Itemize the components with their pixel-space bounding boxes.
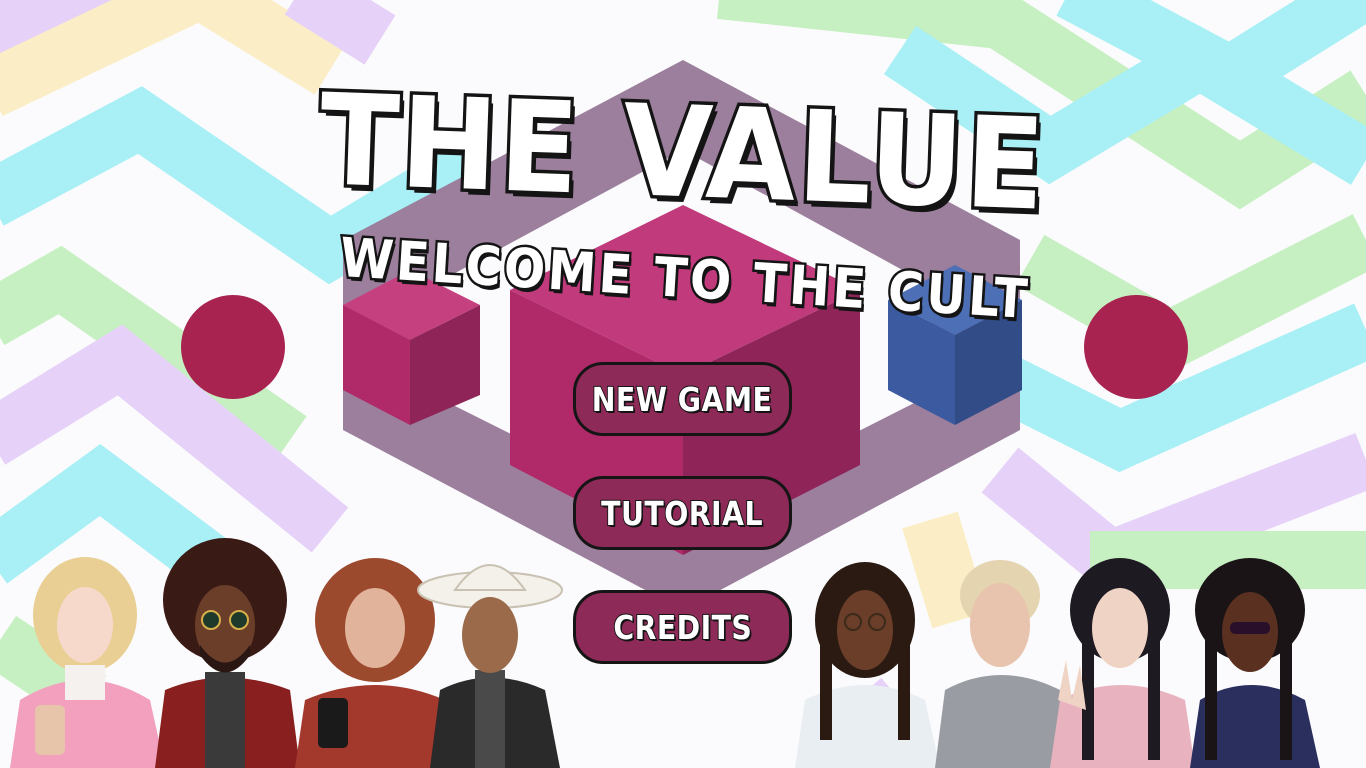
character-blonde-woman — [10, 557, 165, 768]
character-cowboy — [417, 564, 563, 768]
character-man-with-locs — [795, 562, 940, 768]
character-woman-peace-sign — [1050, 558, 1195, 768]
character-woman-sunglasses — [1190, 558, 1320, 768]
character-afro-man — [155, 538, 300, 768]
character-blond-man — [935, 560, 1070, 768]
character-lineup — [10, 538, 1320, 768]
